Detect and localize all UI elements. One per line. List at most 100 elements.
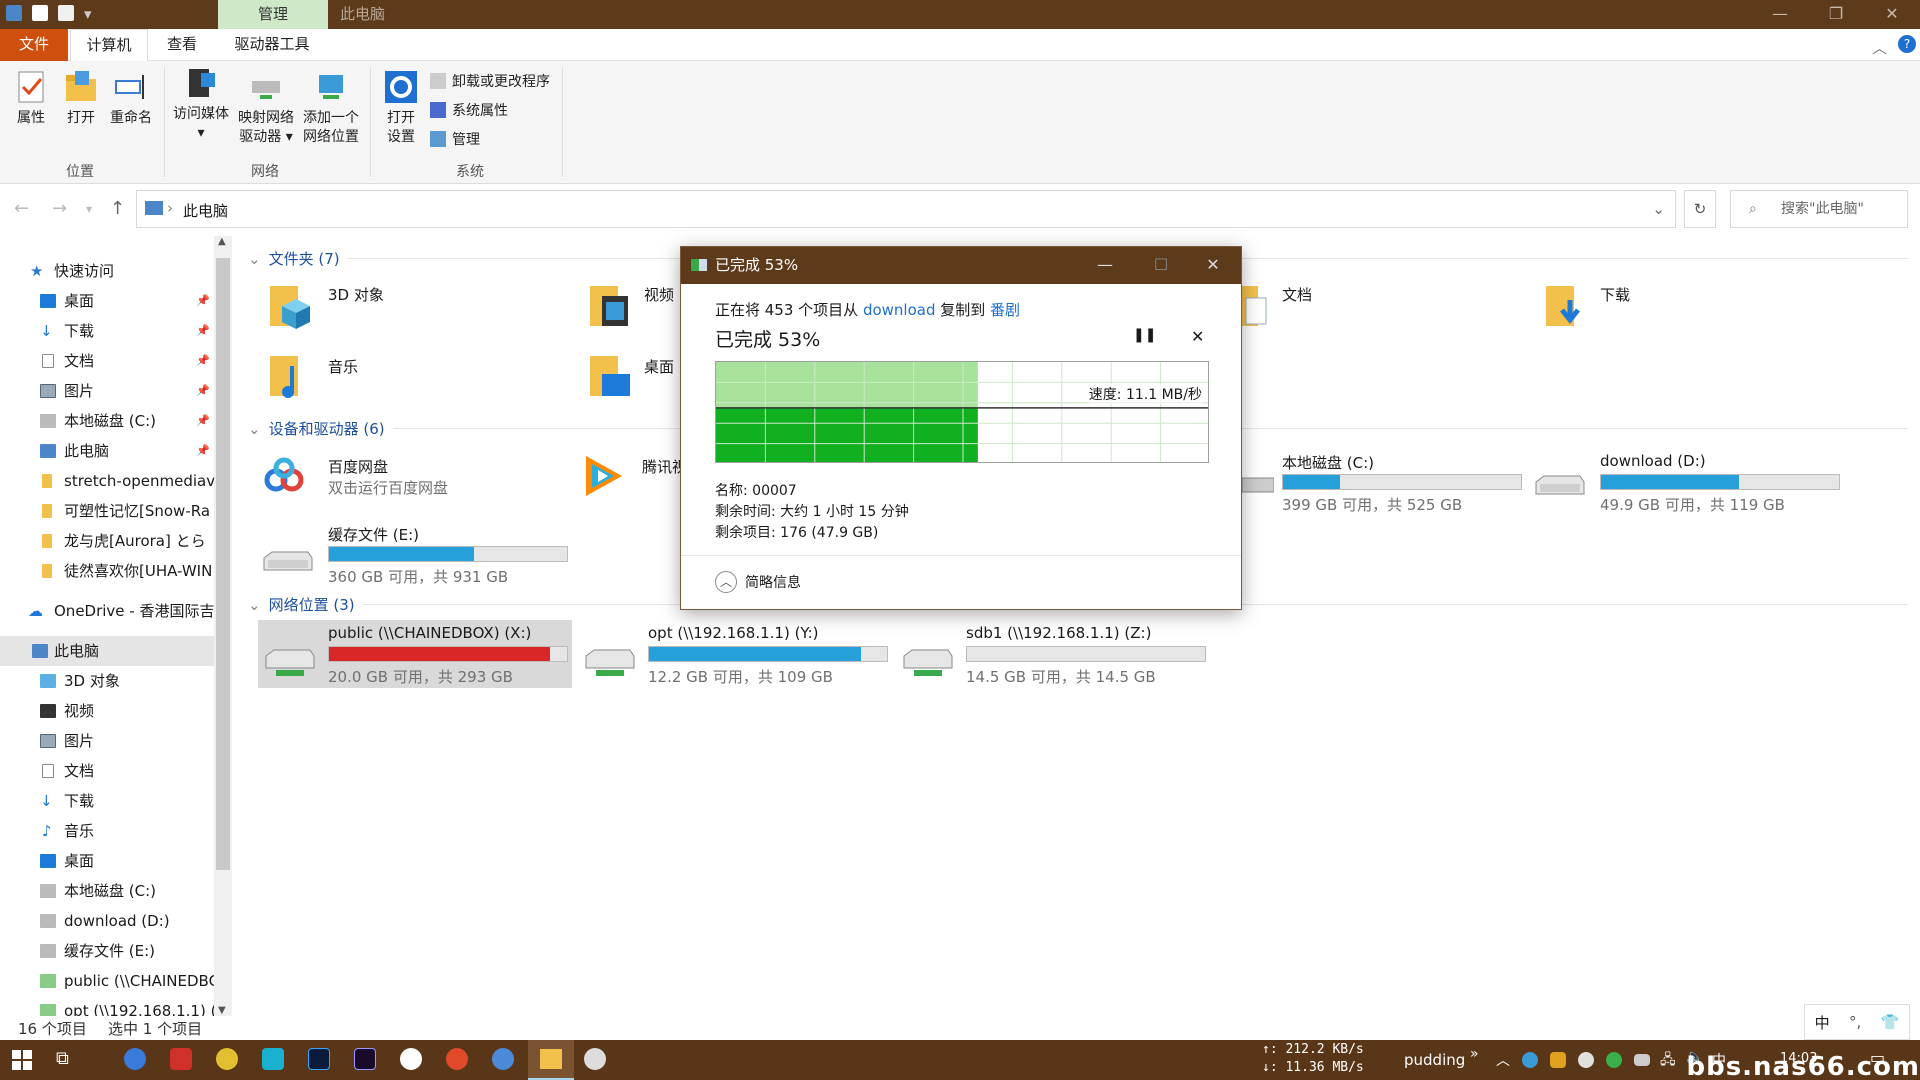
sidebar-item-this-pc-quick[interactable]: 此电脑 📌 — [0, 436, 215, 466]
tab-file[interactable]: 文件 — [0, 29, 68, 61]
photoshop-app-icon[interactable] — [308, 1048, 330, 1070]
add-network-location-button[interactable]: 添加一个 网络位置 — [298, 69, 364, 147]
sidebar-quick-access[interactable]: ★ 快速访问 — [0, 256, 215, 286]
tab-drive-tools[interactable]: 驱动器工具 — [220, 29, 324, 61]
address-bar[interactable]: › 此电脑 ⌄ — [136, 190, 1676, 228]
sidebar-item-downloads-pc[interactable]: ↓ 下载 — [0, 786, 215, 816]
explorer-app-icon[interactable] — [6, 5, 22, 21]
dialog-minimize-button[interactable]: — — [1077, 247, 1133, 284]
tray-app-icon[interactable] — [1522, 1052, 1538, 1068]
sidebar-onedrive[interactable]: ☁ OneDrive - 香港国际吉 — [0, 596, 215, 626]
explorer-taskbar-button[interactable] — [528, 1040, 574, 1080]
folder-documents[interactable]: 文档 — [1242, 276, 1522, 340]
app-icon[interactable] — [584, 1048, 606, 1070]
chrome-app-icon[interactable] — [492, 1048, 514, 1070]
pin-icon[interactable]: 📌 — [196, 286, 210, 316]
taskbar-user[interactable]: pudding — [1404, 1051, 1465, 1069]
ime-punctuation-icon[interactable]: °, — [1849, 1013, 1861, 1031]
scroll-down-icon[interactable]: ▼ — [218, 1005, 226, 1016]
rename-button[interactable]: 重命名 — [106, 69, 156, 128]
sidebar-item-folder[interactable]: 可塑性记忆[Snow-Ra — [0, 496, 215, 526]
tab-computer[interactable]: 计算机 — [70, 29, 148, 62]
weibo-app-icon[interactable] — [446, 1048, 468, 1070]
open-button[interactable]: 打开 — [60, 69, 102, 128]
sidebar-scrollbar[interactable]: ▲ ▼ — [214, 236, 232, 1016]
properties-button[interactable]: 属性 — [10, 69, 52, 128]
collapse-ribbon-icon[interactable]: ︿ — [1872, 37, 1887, 58]
sidebar-item-local-disk-c[interactable]: 本地磁盘 (C:) 📌 — [0, 406, 215, 436]
sidebar-item-folder[interactable]: stretch-openmediav — [0, 466, 215, 496]
browser-app-icon[interactable] — [124, 1048, 146, 1070]
sidebar-item-desktop[interactable]: 桌面 📌 — [0, 286, 215, 316]
recent-locations-icon[interactable]: ▾ — [86, 202, 92, 216]
sidebar-item-drive-c[interactable]: 本地磁盘 (C:) — [0, 876, 215, 906]
uninstall-button[interactable]: 卸载或更改程序 — [430, 71, 550, 91]
sidebar-item-videos[interactable]: 视频 — [0, 696, 215, 726]
acrobat-app-icon[interactable] — [170, 1048, 192, 1070]
battery-icon[interactable] — [1634, 1054, 1650, 1066]
maximize-button[interactable]: ❐ — [1808, 0, 1864, 29]
chevron-down-icon[interactable]: ⌄ — [1652, 200, 1665, 218]
scrollbar-thumb[interactable] — [216, 258, 230, 870]
sidebar-item-documents-pc[interactable]: 文档 — [0, 756, 215, 786]
up-arrow-icon[interactable]: ↑ — [110, 198, 125, 219]
pin-icon[interactable]: 📌 — [196, 316, 210, 346]
sidebar-item-pictures[interactable]: 图片 📌 — [0, 376, 215, 406]
system-properties-button[interactable]: 系统属性 — [430, 100, 508, 120]
sidebar-item-music[interactable]: ♪ 音乐 — [0, 816, 215, 846]
app-icon[interactable] — [262, 1048, 284, 1070]
sidebar-item-downloads[interactable]: ↓ 下载 📌 — [0, 316, 215, 346]
show-hidden-icons[interactable]: ︿ — [1496, 1050, 1510, 1070]
network-drive-z[interactable]: sdb1 (\\192.168.1.1) (Z:) 14.5 GB 可用，共 1… — [896, 620, 1206, 688]
tab-view[interactable]: 查看 — [150, 29, 214, 61]
back-arrow-icon[interactable]: ← — [14, 198, 29, 219]
task-view-icon[interactable]: ⧉ — [56, 1048, 69, 1069]
ime-skin-icon[interactable]: 👕 — [1881, 1013, 1900, 1031]
pause-icon[interactable]: ❚❚ — [1133, 327, 1156, 343]
premiere-app-icon[interactable] — [354, 1048, 376, 1070]
device-baidu-netdisk[interactable]: 百度网盘 双击运行百度网盘 — [260, 448, 560, 508]
sidebar-item-folder[interactable]: 徒然喜欢你[UHA-WIN — [0, 556, 215, 586]
properties-quick-icon[interactable] — [32, 5, 48, 21]
shield-icon[interactable] — [1550, 1052, 1566, 1068]
chevron-right-icon[interactable]: › — [167, 199, 173, 217]
pin-icon[interactable]: 📌 — [196, 376, 210, 406]
sidebar-item-drive-d[interactable]: download (D:) — [0, 906, 215, 936]
less-details-button[interactable]: ︿ 简略信息 — [715, 571, 801, 593]
sidebar-item-drive-e[interactable]: 缓存文件 (E:) — [0, 936, 215, 966]
ime-language[interactable]: 中 — [1815, 1012, 1830, 1033]
breadcrumb[interactable]: 此电脑 — [183, 200, 228, 221]
folder-downloads[interactable]: 下载 — [1544, 276, 1824, 340]
dialog-close-button[interactable]: ✕ — [1185, 247, 1241, 284]
scroll-up-icon[interactable]: ▲ — [218, 236, 226, 247]
context-tab-manage[interactable]: 管理 — [218, 0, 328, 29]
sidebar-item-desktop-pc[interactable]: 桌面 — [0, 846, 215, 876]
sidebar-item-drive-x[interactable]: public (\\CHAINEDBC — [0, 966, 215, 996]
search-input[interactable]: ⌕ 搜索"此电脑" — [1730, 190, 1908, 228]
pin-icon[interactable]: 📌 — [196, 406, 210, 436]
sidebar-item-3d-objects[interactable]: 3D 对象 — [0, 666, 215, 696]
sidebar-item-pictures-pc[interactable]: 图片 — [0, 726, 215, 756]
help-icon[interactable]: ? — [1898, 35, 1916, 53]
refresh-button[interactable]: ↻ — [1684, 190, 1716, 228]
sidebar-item-drive-y[interactable]: opt (\\192.168.1.1) ( — [0, 996, 215, 1016]
tray-app-icon[interactable] — [1606, 1052, 1622, 1068]
sidebar-this-pc[interactable]: 此电脑 — [0, 636, 215, 666]
network-drive-y[interactable]: opt (\\192.168.1.1) (Y:) 12.2 GB 可用，共 10… — [578, 620, 888, 688]
drive-e[interactable]: 缓存文件 (E:) 360 GB 可用，共 931 GB — [262, 520, 572, 590]
folder-3d-objects[interactable]: 3D 对象 — [268, 276, 548, 340]
network-icon[interactable]: 🖧 — [1660, 1049, 1676, 1073]
source-folder-link[interactable]: download — [863, 301, 936, 319]
drive-c[interactable]: 本地磁盘 (C:) 399 GB 可用，共 525 GB — [1242, 448, 1552, 518]
forward-arrow-icon[interactable]: → — [52, 198, 67, 219]
minimize-button[interactable]: — — [1752, 0, 1808, 29]
close-button[interactable]: ✕ — [1864, 0, 1920, 29]
customize-toolbar-icon[interactable]: ▾ — [84, 5, 92, 23]
network-drive-x[interactable]: public (\\CHAINEDBOX) (X:) 20.0 GB 可用，共 … — [258, 620, 572, 688]
drive-d[interactable]: download (D:) 49.9 GB 可用，共 119 GB — [1534, 448, 1854, 518]
app-icon[interactable] — [400, 1048, 422, 1070]
manage-button[interactable]: 管理 — [430, 129, 480, 149]
pin-icon[interactable]: 📌 — [196, 346, 210, 376]
pin-icon[interactable]: 📌 — [196, 436, 210, 466]
tray-app-icon[interactable] — [1578, 1052, 1594, 1068]
